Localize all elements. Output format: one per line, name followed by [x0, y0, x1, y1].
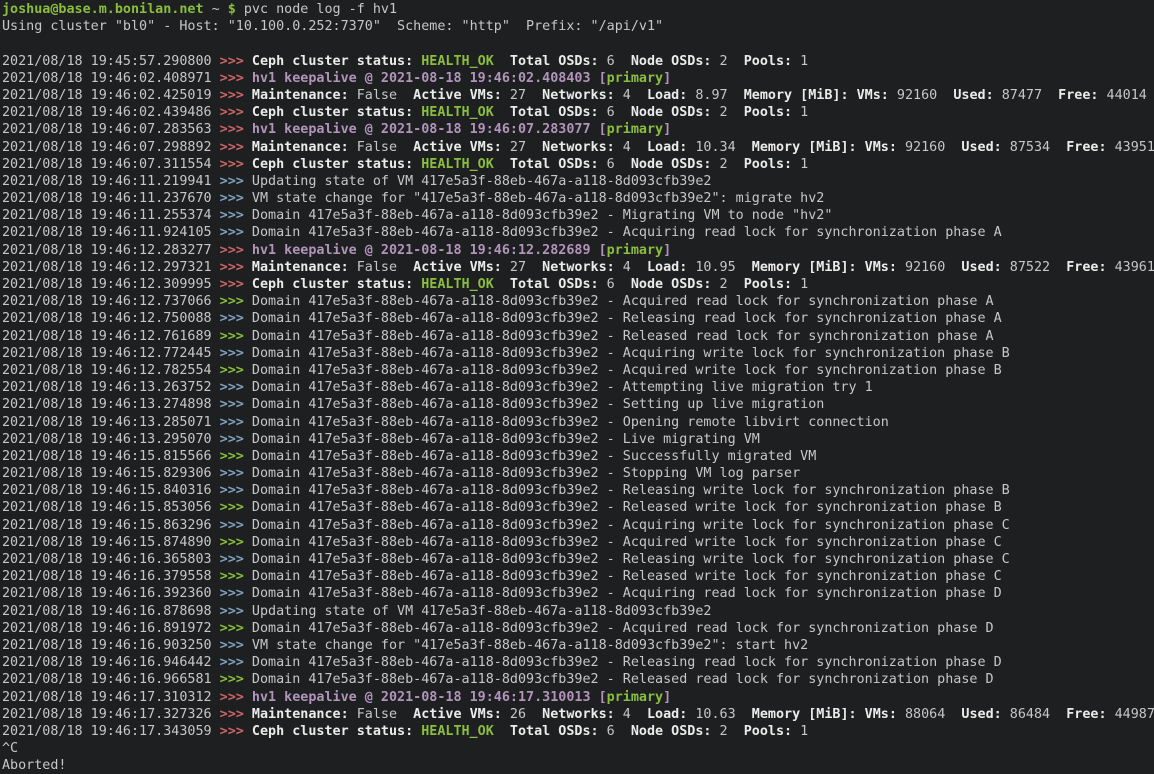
log-line-domain: 2021/08/18 19:46:11.255374 >>> Domain 41… [2, 207, 1154, 224]
log-line-domain: 2021/08/18 19:46:13.263752 >>> Domain 41… [2, 379, 1154, 396]
log-line-node-status: 2021/08/18 19:46:17.327326 >>> Maintenan… [2, 706, 1154, 723]
log-line-domain: 2021/08/18 19:46:15.815566 >>> Domain 41… [2, 448, 1154, 465]
log-line-domain: 2021/08/18 19:46:13.285071 >>> Domain 41… [2, 414, 1154, 431]
terminal-screen[interactable]: joshua@base.m.bonilan.net ~ $ pvc node l… [0, 0, 1154, 774]
log-line-ceph-status: 2021/08/18 19:46:07.311554 >>> Ceph clus… [2, 156, 1154, 173]
log-line-node-status: 2021/08/18 19:46:12.297321 >>> Maintenan… [2, 259, 1154, 276]
log-line-domain: 2021/08/18 19:46:12.761689 >>> Domain 41… [2, 328, 1154, 345]
log-line-domain: 2021/08/18 19:46:16.966581 >>> Domain 41… [2, 671, 1154, 688]
log-line-ceph-status: 2021/08/18 19:46:12.309995 >>> Ceph clus… [2, 276, 1154, 293]
log-line-ceph-status: 2021/08/18 19:45:57.290800 >>> Ceph clus… [2, 53, 1154, 70]
log-line-domain: 2021/08/18 19:46:15.863296 >>> Domain 41… [2, 517, 1154, 534]
log-line-domain: 2021/08/18 19:46:12.750088 >>> Domain 41… [2, 310, 1154, 327]
blank-line [2, 35, 1154, 52]
interrupt-line: ^C [2, 740, 1154, 757]
log-line-domain: 2021/08/18 19:46:13.295070 >>> Domain 41… [2, 431, 1154, 448]
log-line-domain: 2021/08/18 19:46:16.946442 >>> Domain 41… [2, 654, 1154, 671]
log-line-vm-state-change: 2021/08/18 19:46:16.903250 >>> VM state … [2, 637, 1154, 654]
log-line-domain: 2021/08/18 19:46:11.924105 >>> Domain 41… [2, 224, 1154, 241]
log-line-node-status: 2021/08/18 19:46:02.425019 >>> Maintenan… [2, 87, 1154, 104]
log-line-domain: 2021/08/18 19:46:15.874890 >>> Domain 41… [2, 534, 1154, 551]
log-line-keepalive: 2021/08/18 19:46:17.310312 >>> hv1 keepa… [2, 689, 1154, 706]
log-line-ceph-status: 2021/08/18 19:46:02.439486 >>> Ceph clus… [2, 104, 1154, 121]
log-line-domain: 2021/08/18 19:46:16.891972 >>> Domain 41… [2, 620, 1154, 637]
cluster-banner-line: Using cluster "bl0" - Host: "10.100.0.25… [2, 18, 1154, 35]
log-line-domain: 2021/08/18 19:46:12.782554 >>> Domain 41… [2, 362, 1154, 379]
log-line-domain: 2021/08/18 19:46:15.829306 >>> Domain 41… [2, 465, 1154, 482]
prompt-line: joshua@base.m.bonilan.net ~ $ pvc node l… [2, 1, 1154, 18]
log-line-domain: 2021/08/18 19:46:15.853056 >>> Domain 41… [2, 499, 1154, 516]
log-line-vm-update: 2021/08/18 19:46:16.878698 >>> Updating … [2, 603, 1154, 620]
log-line-domain: 2021/08/18 19:46:16.365803 >>> Domain 41… [2, 551, 1154, 568]
log-line-keepalive: 2021/08/18 19:46:07.283563 >>> hv1 keepa… [2, 121, 1154, 138]
log-line-domain: 2021/08/18 19:46:13.274898 >>> Domain 41… [2, 396, 1154, 413]
log-line-ceph-status: 2021/08/18 19:46:17.343059 >>> Ceph clus… [2, 723, 1154, 740]
log-line-node-status: 2021/08/18 19:46:07.298892 >>> Maintenan… [2, 139, 1154, 156]
log-line-domain: 2021/08/18 19:46:16.379558 >>> Domain 41… [2, 568, 1154, 585]
aborted-line: Aborted! [2, 757, 1154, 774]
log-line-vm-state-change: 2021/08/18 19:46:11.237670 >>> VM state … [2, 190, 1154, 207]
log-line-domain: 2021/08/18 19:46:12.737066 >>> Domain 41… [2, 293, 1154, 310]
log-line-domain: 2021/08/18 19:46:12.772445 >>> Domain 41… [2, 345, 1154, 362]
log-line-keepalive: 2021/08/18 19:46:02.408971 >>> hv1 keepa… [2, 70, 1154, 87]
log-line-domain: 2021/08/18 19:46:15.840316 >>> Domain 41… [2, 482, 1154, 499]
log-line-domain: 2021/08/18 19:46:16.392360 >>> Domain 41… [2, 585, 1154, 602]
log-line-vm-update: 2021/08/18 19:46:11.219941 >>> Updating … [2, 173, 1154, 190]
log-line-keepalive: 2021/08/18 19:46:12.283277 >>> hv1 keepa… [2, 242, 1154, 259]
